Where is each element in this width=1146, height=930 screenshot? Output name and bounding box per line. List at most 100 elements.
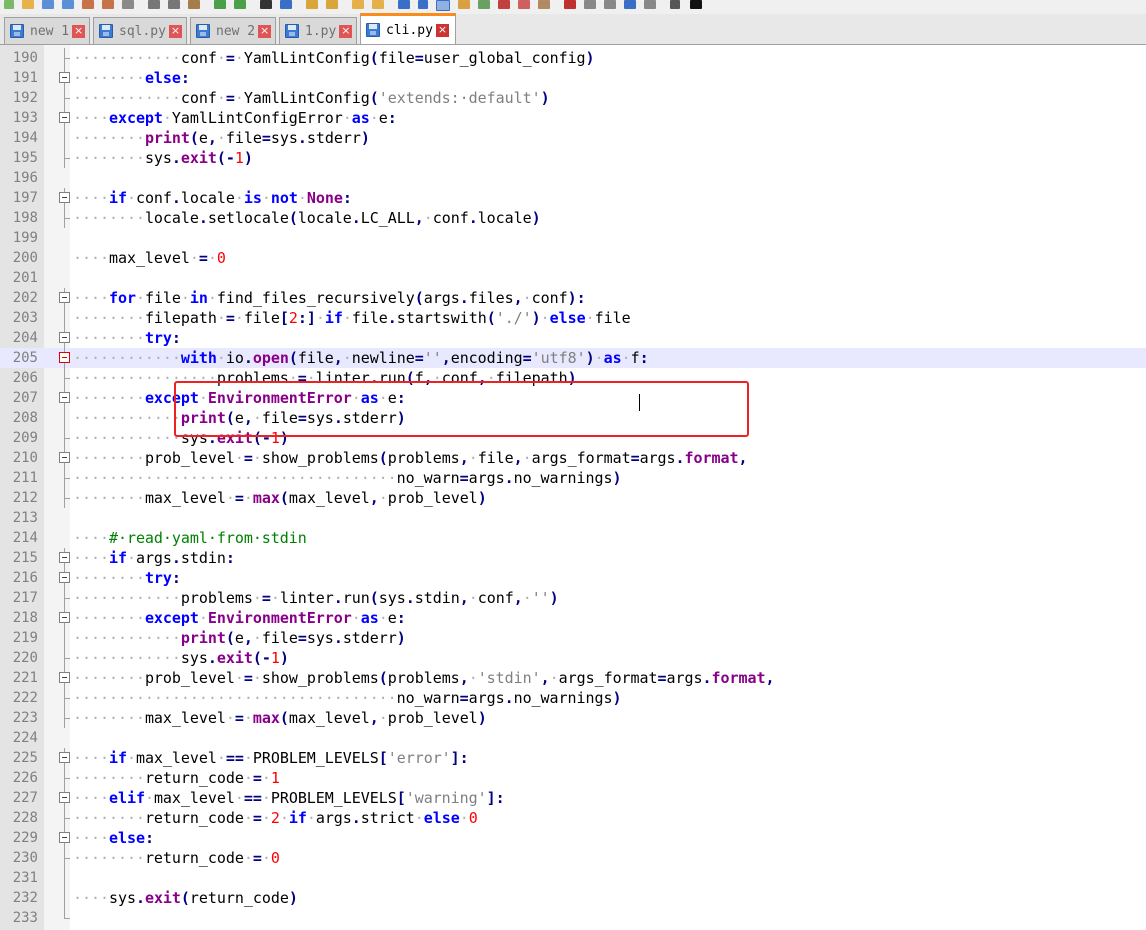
open-file-icon[interactable] [22,0,34,9]
fold-toggle-icon[interactable] [59,668,71,688]
tab-new-2[interactable]: new 2 × [190,17,276,44]
code-line[interactable]: 224 [0,728,1146,748]
fold-toggle-icon[interactable] [59,788,71,808]
code-lines[interactable]: 190 ············conf·=·YamlLintConfig(fil… [0,48,1146,928]
code-line[interactable]: 231 [0,868,1146,888]
sync-vertical-icon[interactable] [352,0,364,9]
code-line[interactable]: 193 ····except·YamlLintConfigError·as·e: [0,108,1146,128]
code-line[interactable]: 233 [0,908,1146,928]
code-line[interactable]: 197 ····if·conf.locale·is·not·None: [0,188,1146,208]
udl-icon[interactable] [458,0,470,9]
fold-toggle-icon[interactable] [59,188,71,208]
tab-cli-py[interactable]: cli.py × [360,13,456,44]
fold-toggle-icon[interactable] [59,748,71,768]
code-line[interactable]: 203 ········filepath·=·file[2:]·if·file.s… [0,308,1146,328]
code-line[interactable]: 190 ············conf·=·YamlLintConfig(fil… [0,48,1146,68]
code-line[interactable]: 228 ········return_code·=·2·if·args.stric… [0,808,1146,828]
undo-icon[interactable] [214,0,226,9]
show-all-chars-icon[interactable] [418,0,428,9]
run-icon[interactable] [690,0,702,9]
print-icon[interactable] [122,0,134,9]
save-all-icon[interactable] [62,0,74,9]
close-icon[interactable] [82,0,94,9]
code-line[interactable]: 195 ········sys.exit(-1) [0,148,1146,168]
code-line[interactable]: 201 [0,268,1146,288]
plugin-icon[interactable] [670,0,680,9]
record-macro-icon[interactable] [564,0,576,9]
code-line[interactable]: 205 ············with·io.open(file,·newlin… [0,348,1146,368]
monitoring-icon[interactable] [538,0,550,9]
code-line[interactable]: 217 ············problems·=·linter.run(sys… [0,588,1146,608]
find-icon[interactable] [260,0,272,9]
fold-toggle-icon[interactable] [59,568,71,588]
fold-toggle-icon[interactable] [59,288,71,308]
code-line[interactable]: 192 ············conf·=·YamlLintConfig('ex… [0,88,1146,108]
code-line[interactable]: 216 ········try: [0,568,1146,588]
code-line[interactable]: 200 ····max_level·=·0 [0,248,1146,268]
fold-toggle-icon[interactable] [59,548,71,568]
replace-icon[interactable] [280,0,292,9]
code-line[interactable]: 220 ············sys.exit(-1) [0,648,1146,668]
redo-icon[interactable] [234,0,246,9]
indent-guide-icon[interactable] [436,0,450,11]
tab-close-icon[interactable]: × [258,24,272,38]
code-line[interactable]: 199 [0,228,1146,248]
code-line[interactable]: 232 ····sys.exit(return_code) [0,888,1146,908]
play-macro-icon[interactable] [604,0,616,9]
tab-close-icon[interactable]: × [435,23,449,37]
code-line[interactable]: 211 ····································n… [0,468,1146,488]
code-line[interactable]: 215 ····if·args.stdin: [0,548,1146,568]
tab-close-icon[interactable]: × [339,24,353,38]
fold-toggle-icon[interactable] [59,108,71,128]
code-line[interactable]: 227 ····elif·max_level·==·PROBLEM_LEVELS[… [0,788,1146,808]
fold-toggle-icon[interactable] [59,608,71,628]
tab-new-1[interactable]: new 1 × [4,17,90,44]
code-line[interactable]: 226 ········return_code·=·1 [0,768,1146,788]
close-all-icon[interactable] [102,0,114,9]
code-line[interactable]: 194 ········print(e,·file=sys.stderr) [0,128,1146,148]
copy-icon[interactable] [168,0,180,9]
tab-close-icon[interactable]: × [168,24,182,38]
code-line[interactable]: 218 ········except·EnvironmentError·as·e: [0,608,1146,628]
code-editor[interactable]: 190 ············conf·=·YamlLintConfig(fil… [0,45,1146,930]
doc-map-icon[interactable] [478,0,490,9]
fold-toggle-icon[interactable] [59,348,71,368]
code-line[interactable]: 198 ········locale.setlocale(locale.LC_AL… [0,208,1146,228]
code-line[interactable]: 219 ············print(e,·file=sys.stderr) [0,628,1146,648]
zoom-out-icon[interactable] [326,0,338,9]
fold-toggle-icon[interactable] [59,448,71,468]
fold-toggle-icon[interactable] [59,328,71,348]
tab-1-py[interactable]: 1.py × [279,17,357,44]
paste-icon[interactable] [188,0,200,9]
stop-macro-icon[interactable] [584,0,596,9]
code-line[interactable]: 230 ········return_code·=·0 [0,848,1146,868]
function-list-icon[interactable] [498,0,510,9]
fold-toggle-icon[interactable] [59,828,71,848]
code-line[interactable]: 229 ····else: [0,828,1146,848]
code-line[interactable]: 214 ····#·read·yaml·from·stdin [0,528,1146,548]
folder-as-workspace-icon[interactable] [518,0,530,9]
code-line[interactable]: 213 [0,508,1146,528]
tab-close-icon[interactable]: × [72,24,86,38]
tab-sql-py[interactable]: sql.py × [93,17,187,44]
code-line[interactable]: 202 ····for·file·in·find_files_recursivel… [0,288,1146,308]
code-line[interactable]: 221 ········prob_level·=·show_problems(pr… [0,668,1146,688]
save-icon[interactable] [42,0,54,9]
code-line[interactable]: 212 ········max_level·=·max(max_level,·pr… [0,488,1146,508]
save-macro-icon[interactable] [644,0,656,9]
code-line[interactable]: 191 ········else: [0,68,1146,88]
sync-horizontal-icon[interactable] [372,0,384,9]
code-line[interactable]: 223 ········max_level·=·max(max_level,·pr… [0,708,1146,728]
play-macro-multiple-icon[interactable] [624,0,636,9]
code-line[interactable]: 225 ····if·max_level·==·PROBLEM_LEVELS['e… [0,748,1146,768]
code-line[interactable]: 222 ····································n… [0,688,1146,708]
code-line[interactable]: 210 ········prob_level·=·show_problems(pr… [0,448,1146,468]
fold-toggle-icon[interactable] [59,388,71,408]
cut-icon[interactable] [148,0,160,9]
code-line[interactable]: 196 [0,168,1146,188]
zoom-in-icon[interactable] [306,0,318,9]
new-file-icon[interactable] [4,0,14,9]
code-line[interactable]: 204 ········try: [0,328,1146,348]
word-wrap-icon[interactable] [398,0,410,9]
fold-toggle-icon[interactable] [59,68,71,88]
